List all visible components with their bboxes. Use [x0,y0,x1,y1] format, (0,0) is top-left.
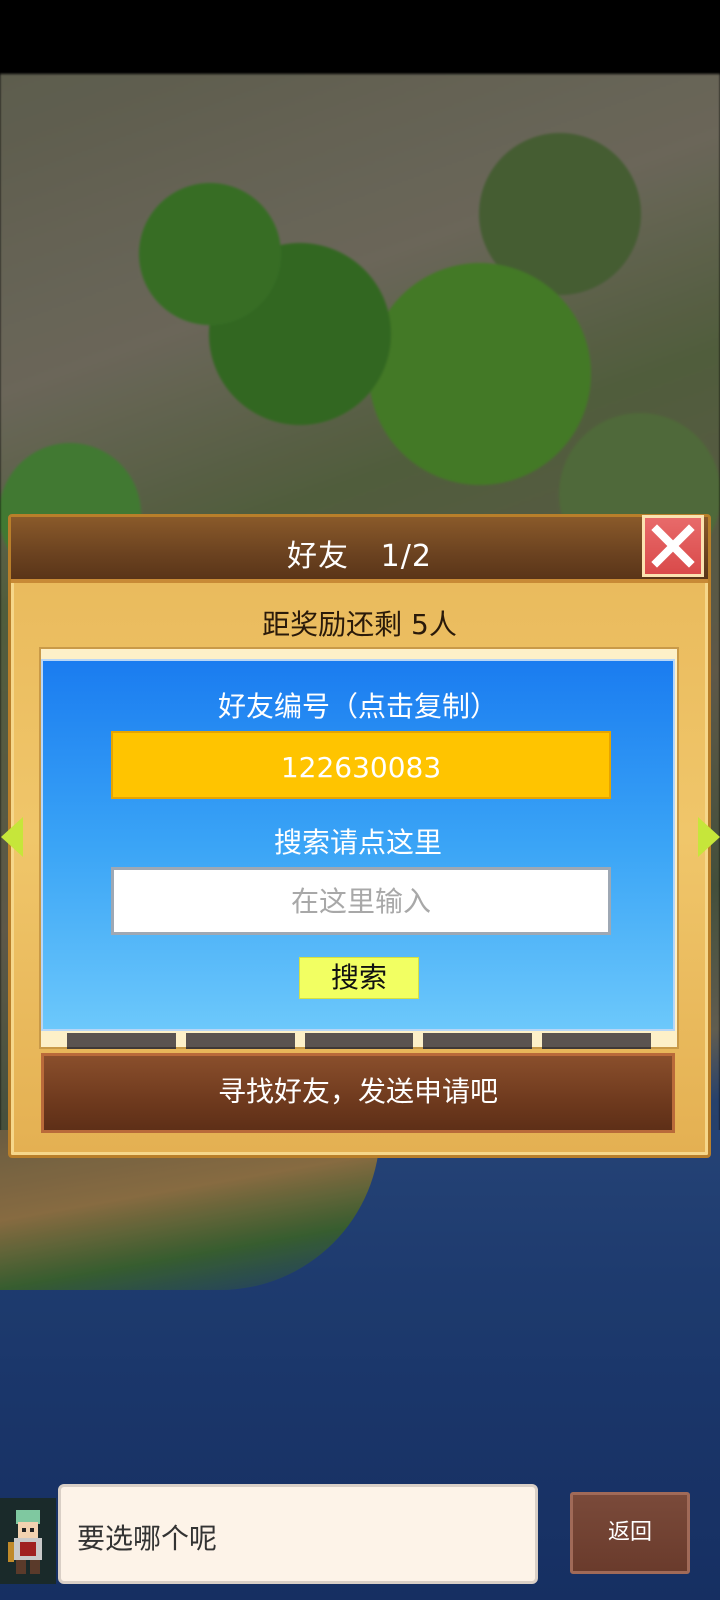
strip-slot [423,1033,533,1049]
arrow-right-icon[interactable] [698,817,720,857]
strip-slot [185,1033,295,1049]
search-hint: 搜索请点这里 [273,826,442,859]
strip-slot [542,1033,651,1049]
message-box: 要选哪个呢 [58,1484,538,1584]
panel-page-strip [67,1033,651,1049]
close-x-icon [651,524,695,568]
search-input[interactable] [111,867,611,935]
back-button[interactable]: 返回 [570,1492,690,1574]
friend-id-value: 122630083 [280,751,442,784]
friends-dialog: 好友 1/2 距奖励还剩 5人 好友编号（点击复制） 122630083 搜索请… [1,514,720,1158]
bottom-message-bar: 要选哪个呢 返回 [0,1484,720,1600]
find-friends-button[interactable]: 寻找好友，发送申请吧 [41,1053,675,1133]
status-bar [0,0,720,74]
close-button[interactable] [642,515,704,577]
screen: 好友 1/2 距奖励还剩 5人 好友编号（点击复制） 122630083 搜索请… [0,0,720,1600]
friend-id-copy-button[interactable]: 122630083 [111,731,611,799]
friend-id-label: 好友编号（点击复制） [217,690,498,723]
message-text: 要选哪个呢 [77,1522,218,1555]
avatar [0,1498,56,1584]
search-button[interactable]: 搜索 [299,957,419,999]
dialog-title: 好友 1/2 [287,539,432,574]
arrow-left-icon[interactable] [1,817,23,857]
strip-slot [67,1033,176,1049]
dialog-header: 好友 1/2 [11,515,708,583]
strip-slot [304,1033,414,1049]
reward-progress-text: 距奖励还剩 5人 [262,608,457,641]
friend-search-panel: 好友编号（点击复制） 122630083 搜索请点这里 搜索 [41,659,675,1031]
character-icon [8,1510,42,1574]
